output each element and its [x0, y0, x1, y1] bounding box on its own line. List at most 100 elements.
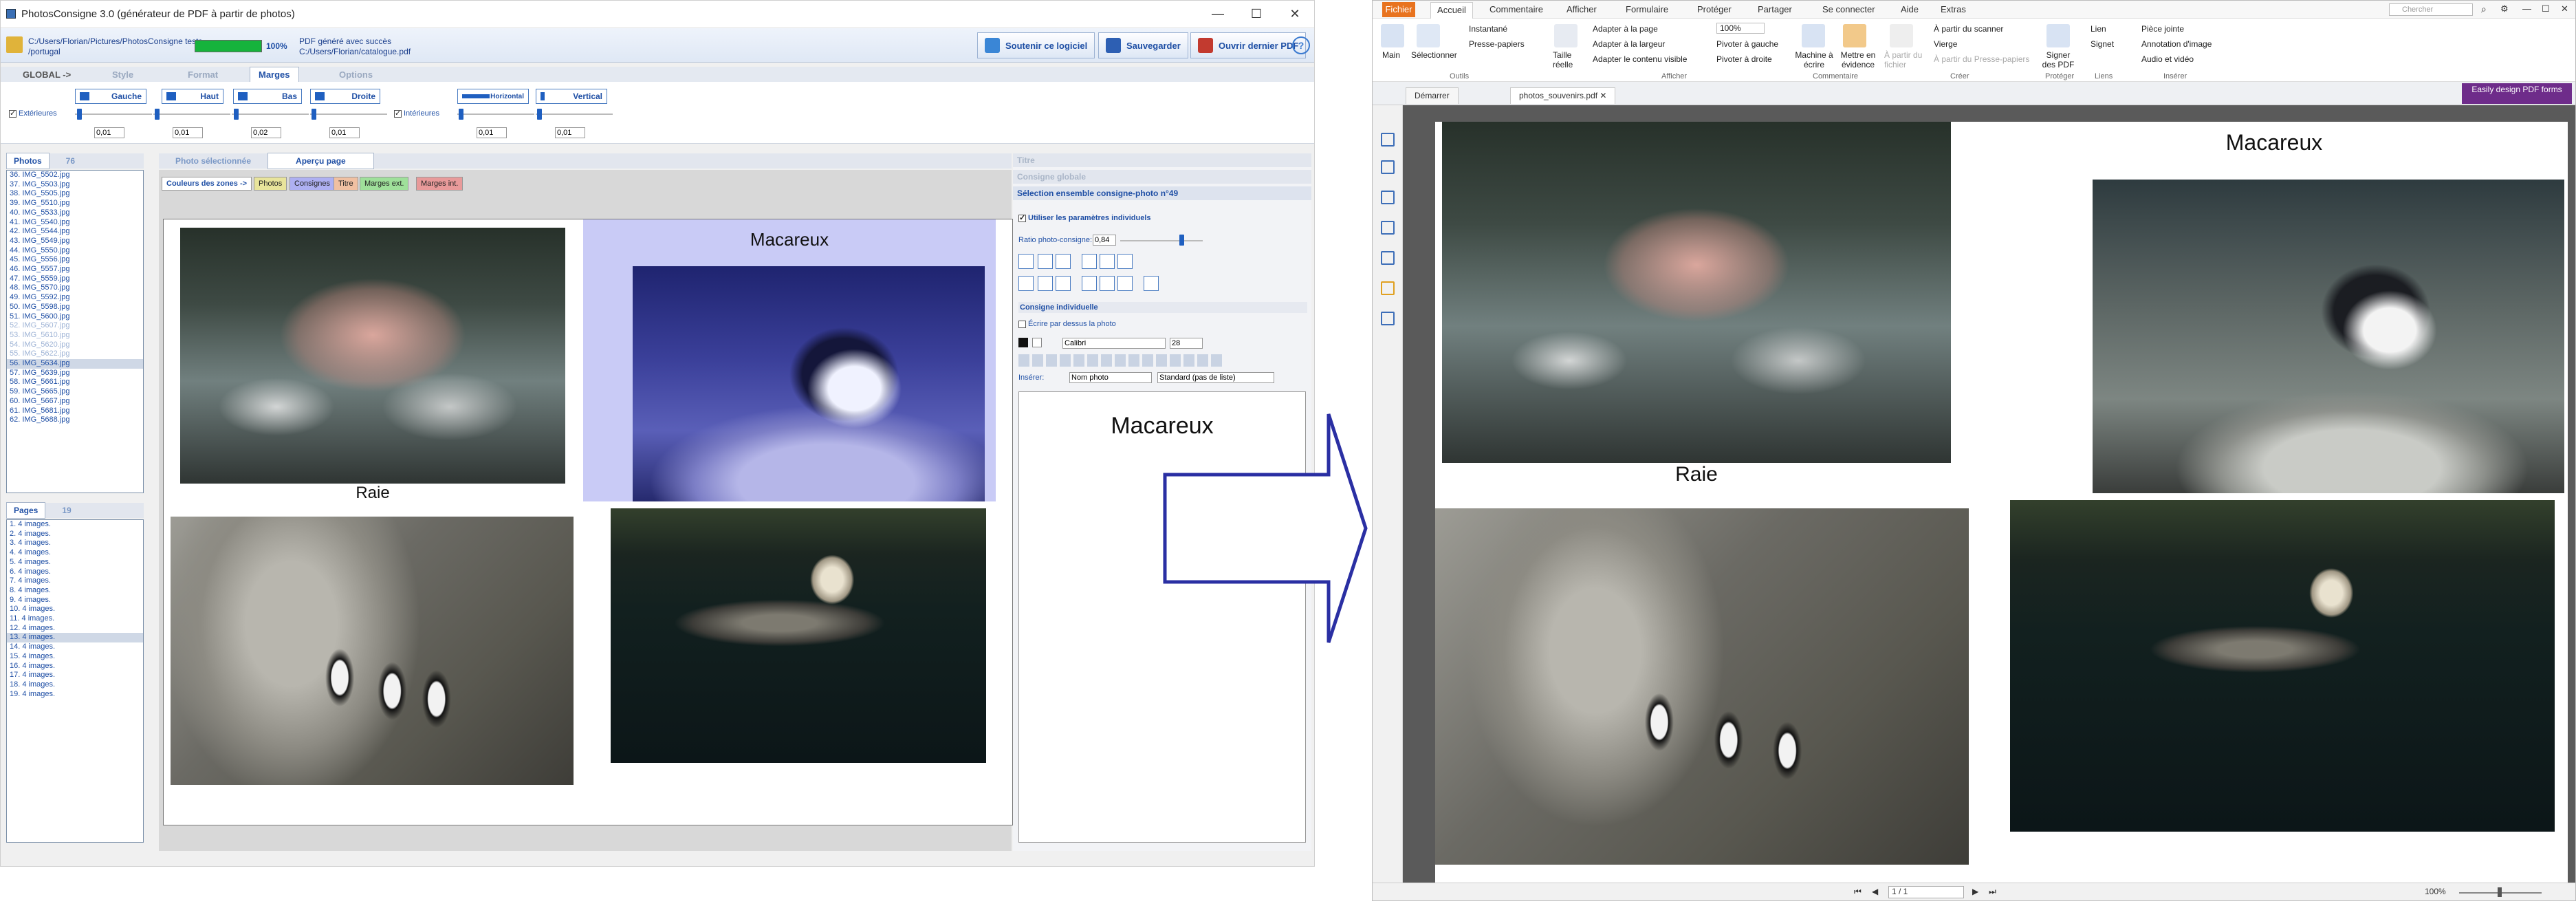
section-titre[interactable]: Titre — [1013, 153, 1311, 167]
section-selection[interactable]: Sélection ensemble consigne-photo n°49 — [1013, 186, 1311, 200]
layout-icon-1[interactable] — [1018, 254, 1034, 269]
align-icon-6[interactable] — [1117, 276, 1133, 291]
value-haut[interactable]: 0,01 — [173, 127, 203, 138]
list-item[interactable]: 15. 4 images. — [7, 652, 143, 662]
margin-droite-button[interactable]: Droite — [310, 89, 380, 104]
menu-aide[interactable]: Aide — [1901, 4, 1919, 14]
list-item[interactable]: 60. IMG_5667.jpg — [7, 397, 143, 407]
bg-color-swatch[interactable] — [1032, 338, 1042, 347]
tab-photos[interactable]: Photos — [6, 153, 50, 169]
list-item[interactable]: 41. IMG_5540.jpg — [7, 218, 143, 228]
save-button[interactable]: Sauvegarder — [1098, 32, 1188, 58]
sign-icon[interactable] — [2046, 24, 2070, 47]
minimize-button[interactable]: — — [1199, 7, 1237, 21]
list-item[interactable]: 48. IMG_5570.jpg — [7, 283, 143, 293]
exterieures-check[interactable]: Extérieures — [9, 109, 57, 118]
write-over-check[interactable]: Écrire par dessus la photo — [1018, 320, 1116, 328]
format-toolbar[interactable] — [1018, 354, 1225, 367]
photo-raie[interactable] — [180, 228, 565, 484]
minimize-button[interactable]: — — [2522, 3, 2531, 14]
image-annotation-button[interactable]: Annotation d'image — [2141, 39, 2212, 49]
photo-phoque[interactable] — [611, 508, 986, 763]
list-item[interactable]: 38. IMG_5505.jpg — [7, 189, 143, 199]
margin-horizontal-button[interactable]: Horizontal — [457, 89, 529, 104]
section-consigne-globale[interactable]: Consigne globale — [1013, 170, 1311, 184]
align-icon-2[interactable] — [1038, 276, 1053, 291]
list-item[interactable]: 43. IMG_5549.jpg — [7, 237, 143, 246]
list-item[interactable]: 57. IMG_5639.jpg — [7, 369, 143, 378]
tab-style[interactable]: Style — [104, 67, 142, 82]
pages-icon[interactable] — [1381, 160, 1395, 174]
pdf-photo-phoque[interactable] — [2010, 500, 2555, 832]
list-item[interactable]: 56. IMG_5634.jpg — [7, 359, 143, 369]
insert-select[interactable]: Nom photo — [1069, 372, 1152, 383]
value-horizontal[interactable]: 0,01 — [477, 127, 507, 138]
fit-visible-button[interactable]: Adapter le contenu visible — [1593, 54, 1687, 64]
menu-commentaire[interactable]: Commentaire — [1489, 4, 1543, 14]
clipboard-button[interactable]: Presse-papiers — [1469, 39, 1525, 49]
slider-horizontal[interactable] — [459, 109, 463, 120]
list-select[interactable]: Standard (pas de liste) — [1157, 372, 1274, 383]
promo-banner[interactable]: Easily design PDF forms — [2462, 83, 2572, 104]
list-item[interactable]: 14. 4 images. — [7, 642, 143, 652]
actual-size-icon[interactable] — [1554, 24, 1578, 47]
menu-partager[interactable]: Partager — [1758, 4, 1792, 14]
layout-icon-2[interactable] — [1038, 254, 1053, 269]
typewriter-icon[interactable] — [1802, 24, 1825, 47]
list-item[interactable]: 5. 4 images. — [7, 558, 143, 568]
open-pdf-button[interactable]: Ouvrir dernier PDF — [1190, 32, 1307, 58]
support-button[interactable]: Soutenir ce logiciel — [977, 32, 1095, 58]
link-button[interactable]: Lien — [2091, 24, 2106, 34]
margin-bas-button[interactable]: Bas — [233, 89, 302, 104]
first-page-button[interactable]: ⏮ — [1854, 887, 1862, 897]
ratio-slider[interactable] — [1179, 235, 1184, 246]
tab-photo-selectionnee[interactable]: Photo sélectionnée — [159, 153, 268, 169]
list-item[interactable]: 37. IMG_5503.jpg — [7, 180, 143, 190]
margin-haut-button[interactable]: Haut — [162, 89, 223, 104]
list-item[interactable]: 10. 4 images. — [7, 605, 143, 614]
value-droite[interactable]: 0,01 — [329, 127, 360, 138]
slider-vertical[interactable] — [537, 109, 542, 120]
search-input[interactable]: Chercher — [2389, 3, 2473, 16]
layers-icon[interactable] — [1381, 221, 1395, 235]
menu-proteger[interactable]: Protéger — [1697, 4, 1732, 14]
comment-icon[interactable] — [1381, 191, 1395, 204]
close-button[interactable]: ✕ — [1276, 7, 1314, 21]
folder-icon[interactable] — [6, 36, 23, 53]
chip-consignes[interactable]: Consignes — [290, 177, 335, 191]
highlight-label[interactable]: Mettre en évidence — [1837, 50, 1879, 69]
hand-icon[interactable] — [1381, 24, 1404, 47]
value-bas[interactable]: 0,02 — [251, 127, 281, 138]
tab-demarrer[interactable]: Démarrer — [1406, 87, 1459, 104]
list-item[interactable]: 6. 4 images. — [7, 568, 143, 577]
tab-marges[interactable]: Marges — [250, 67, 299, 82]
list-item[interactable]: 4. 4 images. — [7, 548, 143, 558]
tab-pages[interactable]: Pages — [6, 502, 46, 519]
zoom-slider-knob[interactable] — [2498, 887, 2502, 897]
from-clipboard-button[interactable]: À partir du Presse-papiers — [1934, 54, 2029, 64]
list-item[interactable]: 8. 4 images. — [7, 586, 143, 596]
slider-bas[interactable] — [234, 109, 239, 120]
use-individual-check[interactable]: Utiliser les paramètres individuels — [1018, 213, 1151, 222]
layout-icon-5[interactable] — [1100, 254, 1115, 269]
settings-icon[interactable]: ⚙ — [2500, 3, 2509, 14]
fit-page-button[interactable]: Adapter à la page — [1593, 24, 1658, 34]
photo-guillemots[interactable] — [171, 517, 574, 785]
tab-options[interactable]: Options — [331, 67, 381, 82]
last-page-button[interactable]: ⏭ — [1989, 887, 1996, 897]
rotate-right-button[interactable]: Pivoter à droite — [1716, 54, 1772, 64]
align-icon-3[interactable] — [1056, 276, 1071, 291]
layout-icon-4[interactable] — [1082, 254, 1097, 269]
maximize-button[interactable]: ☐ — [2542, 3, 2550, 14]
typewriter-label[interactable]: Machine à écrire — [1793, 50, 1835, 69]
sign-label[interactable]: Signer des PDF — [2041, 50, 2075, 69]
menu-formulaire[interactable]: Formulaire — [1626, 4, 1668, 14]
page-number-input[interactable]: 1 / 1 — [1888, 886, 1964, 898]
zoom-select[interactable]: 100% — [1716, 23, 1765, 34]
next-page-button[interactable]: ▶ — [1972, 887, 1978, 896]
chip-marges-ext[interactable]: Marges ext. — [360, 177, 409, 191]
prev-page-button[interactable]: ◀ — [1872, 887, 1878, 896]
value-gauche[interactable]: 0,01 — [94, 127, 124, 138]
chip-titre[interactable]: Titre — [334, 177, 358, 191]
chip-photos[interactable]: Photos — [254, 177, 287, 191]
